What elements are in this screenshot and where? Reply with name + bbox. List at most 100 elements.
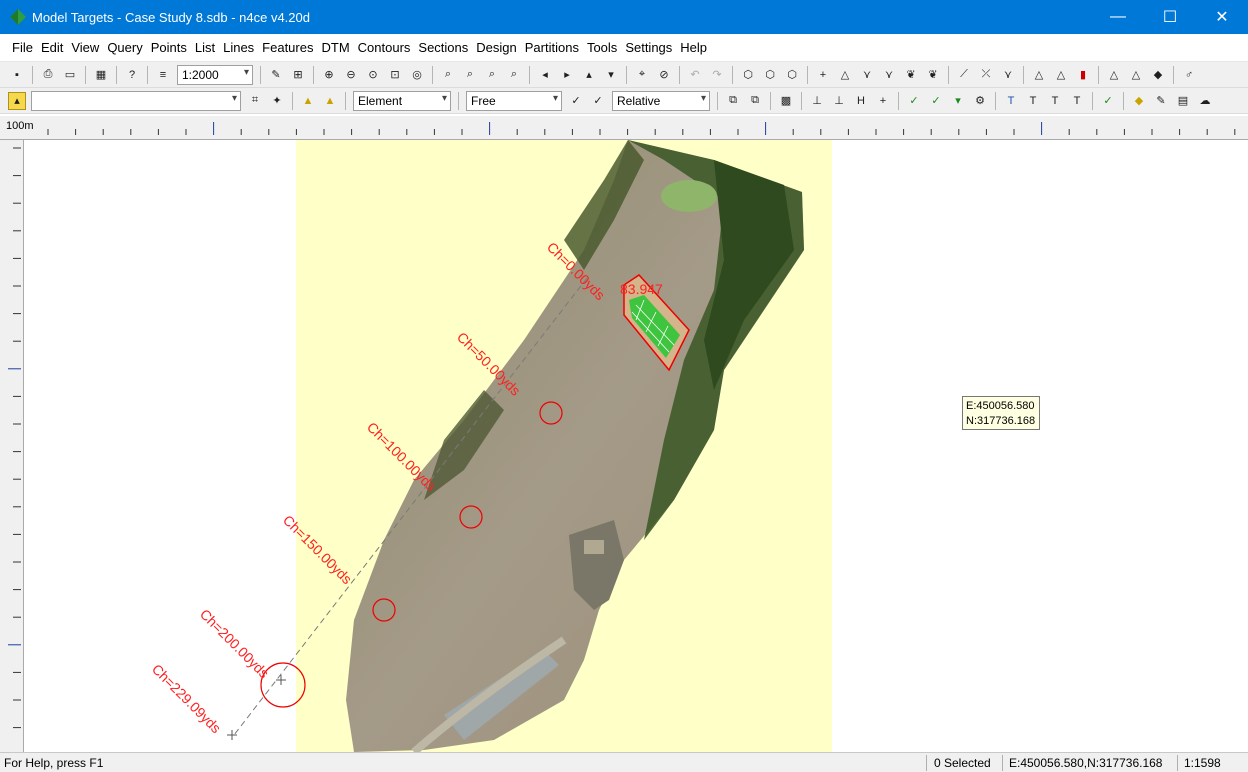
text-graph-icon[interactable]: T [1068,92,1086,110]
menu-partitions[interactable]: Partitions [521,34,583,62]
scale-combo[interactable]: 1:2000 ▾ [177,64,253,85]
menu-view[interactable]: View [67,34,103,62]
close-button[interactable]: ✕ [1196,0,1248,34]
dtm-edit-icon[interactable]: △ [1052,66,1070,84]
zoom-extents-icon[interactable]: ◎ [408,66,426,84]
hatch-icon[interactable]: ▤ [1174,92,1192,110]
design-icon[interactable]: ◆ [1149,66,1167,84]
text-down-icon[interactable]: ▲ [321,92,339,110]
query-all-icon[interactable]: ⌕ [505,66,523,84]
text-check-icon[interactable]: T [1046,92,1064,110]
line-join-icon[interactable]: ⋎ [999,66,1017,84]
menu-design[interactable]: Design [472,34,520,62]
partition-icon[interactable]: ♂ [1180,66,1198,84]
cloud-icon[interactable]: ☁ [1196,92,1214,110]
line-cross-icon[interactable]: ⤫ [977,66,995,84]
cube-edit-icon[interactable]: ⬡ [761,66,779,84]
horizontal-ruler[interactable]: 100m [0,116,1248,140]
zoom-window-icon[interactable]: ⊡ [386,66,404,84]
find-icon[interactable]: ⌖ [633,66,651,84]
menu-points[interactable]: Points [147,34,191,62]
pan-left-icon[interactable]: ◂ [536,66,554,84]
section-edit-icon[interactable]: △ [1127,66,1145,84]
properties-icon[interactable]: ▦ [92,66,110,84]
cube-icon[interactable]: ⬡ [739,66,757,84]
zoom-area-icon[interactable]: ⊙ [364,66,382,84]
relative-combo[interactable]: Relative ▾ [612,90,710,111]
string-icon[interactable]: ⋎ [858,66,876,84]
layer-combo[interactable]: ▾ [31,90,241,111]
zoom-out-icon[interactable]: ⊖ [342,66,360,84]
zoom-in-icon[interactable]: ⊕ [320,66,338,84]
height-icon[interactable]: H [852,92,870,110]
cube-select-icon[interactable]: ⬡ [783,66,801,84]
verify-icon[interactable]: ✓ [1099,92,1117,110]
query-next-icon[interactable]: ⌕ [461,66,479,84]
pan-up-icon[interactable]: ▴ [580,66,598,84]
crosshair-icon[interactable]: + [874,92,892,110]
tick-comment-icon[interactable]: ▾ [949,92,967,110]
snap-grid-icon[interactable]: ⌗ [246,92,264,110]
vertical-ruler[interactable] [0,140,24,752]
menu-tools[interactable]: Tools [583,34,621,62]
dtm-color-icon[interactable]: ▮ [1074,66,1092,84]
drawing-canvas[interactable]: Ch=0.00yds Ch=50.00yds Ch=100.00yds Ch=1… [24,140,1248,752]
copy-icon[interactable]: ⧉ [724,92,742,110]
help-icon[interactable]: ? [123,66,141,84]
line-icon[interactable]: ⟋ [955,66,973,84]
pattern-icon[interactable]: ▩ [777,92,795,110]
print-preview-icon[interactable]: ▭ [61,66,79,84]
menu-dtm[interactable]: DTM [317,34,353,62]
layer-icon[interactable]: ▴ [8,91,26,110]
menu-lines[interactable]: Lines [219,34,258,62]
print-icon[interactable]: ⎙ [39,66,57,84]
status-bar: For Help, press F1 0 Selected E:450056.5… [0,752,1248,772]
menu-contours[interactable]: Contours [354,34,415,62]
paste-icon[interactable]: ⧉ [746,92,764,110]
layers-icon[interactable]: ≡ [154,66,172,84]
triangle-icon[interactable]: △ [836,66,854,84]
feature-icon[interactable]: ❦ [902,66,920,84]
element-combo[interactable]: Element ▾ [353,90,451,111]
horizontal-ruler-ticks [47,122,1236,135]
tick-gear-icon[interactable]: ⚙ [971,92,989,110]
menu-help[interactable]: Help [676,34,711,62]
menu-query[interactable]: Query [103,34,146,62]
redo-icon[interactable]: ↷ [708,66,726,84]
grid-icon[interactable]: ⊞ [289,66,307,84]
pan-down-icon[interactable]: ▾ [602,66,620,84]
maximize-button[interactable]: ☐ [1144,0,1196,34]
free-combo[interactable]: Free ▾ [466,90,562,111]
string-edit-icon[interactable]: ⋎ [880,66,898,84]
menu-list[interactable]: List [191,34,219,62]
add-point-icon[interactable]: + [814,66,832,84]
minimize-button[interactable]: — [1092,0,1144,34]
query-prev-icon[interactable]: ⌕ [483,66,501,84]
menu-edit[interactable]: Edit [37,34,67,62]
tick-icon[interactable]: ✓ [905,92,923,110]
undo-icon[interactable]: ↶ [686,66,704,84]
check-icon[interactable]: ✓ [567,92,585,110]
section-icon[interactable]: △ [1105,66,1123,84]
menu-file[interactable]: File [8,34,37,62]
text-icon[interactable]: T [1002,92,1020,110]
dtm-icon[interactable]: △ [1030,66,1048,84]
brush-icon[interactable]: ✎ [267,66,285,84]
box-icon[interactable]: ◆ [1130,92,1148,110]
level-icon[interactable]: ⊥ [830,92,848,110]
menu-sections[interactable]: Sections [414,34,472,62]
check-list-icon[interactable]: ✓ [589,92,607,110]
text-up-icon[interactable]: ▲ [299,92,317,110]
query-icon[interactable]: ⌕ [439,66,457,84]
menu-features[interactable]: Features [258,34,317,62]
pencil-icon[interactable]: ✎ [1152,92,1170,110]
menu-settings[interactable]: Settings [621,34,676,62]
feature-edit-icon[interactable]: ❦ [924,66,942,84]
snap-point-icon[interactable]: ✦ [268,92,286,110]
find-off-icon[interactable]: ⊘ [655,66,673,84]
tick-add-icon[interactable]: ✓ [927,92,945,110]
save-icon[interactable]: ▪ [8,66,26,84]
text-box-icon[interactable]: T [1024,92,1042,110]
pan-right-icon[interactable]: ▸ [558,66,576,84]
level-add-icon[interactable]: ⊥ [808,92,826,110]
